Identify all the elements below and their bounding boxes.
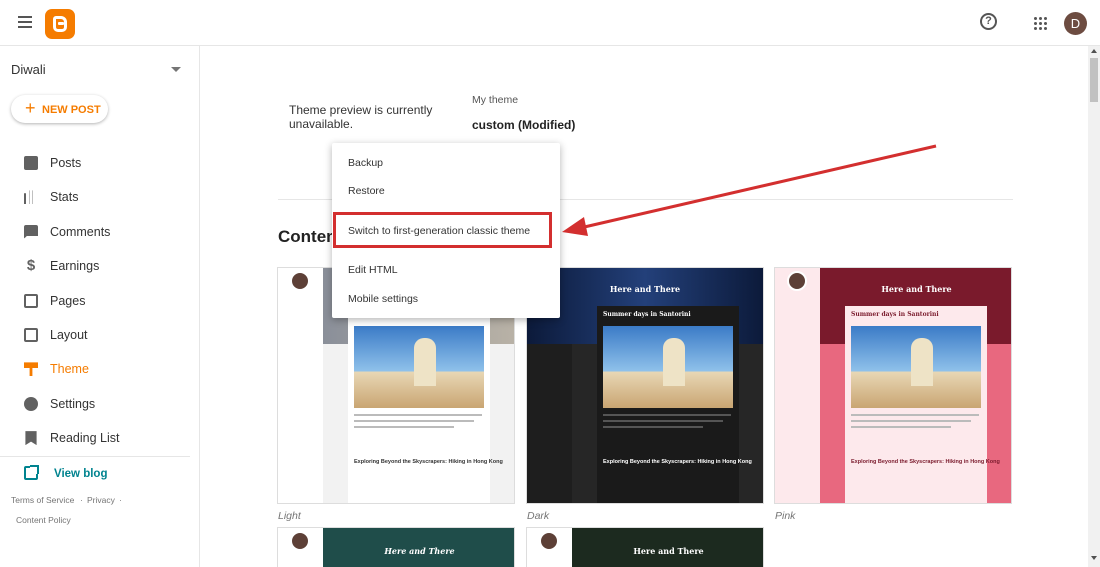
annotation-arrow <box>562 144 937 236</box>
